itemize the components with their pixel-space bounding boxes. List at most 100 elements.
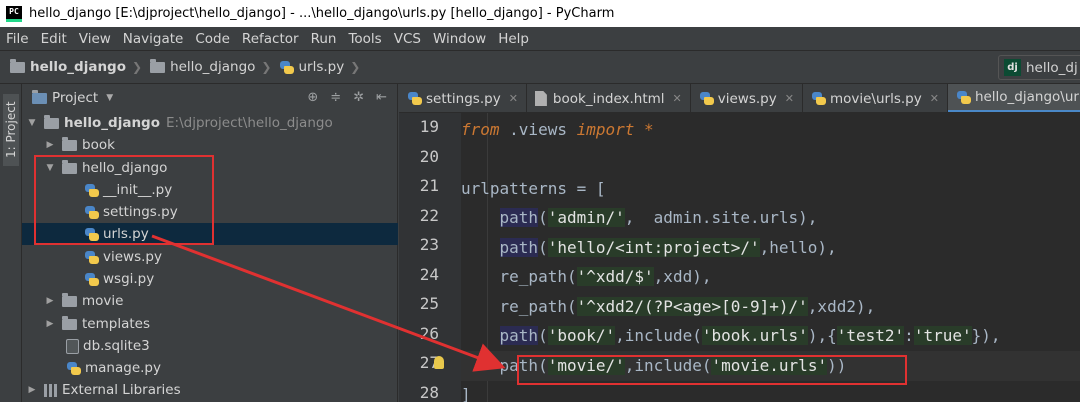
code-line-19: from .views import * xyxy=(461,115,1080,145)
module-name: .views xyxy=(499,120,577,139)
function-call: re_path xyxy=(499,297,567,316)
function-call: path xyxy=(499,326,539,345)
tab-label: hello_django\urls.py xyxy=(974,89,1080,105)
python-file-icon xyxy=(956,90,971,105)
code-line-22: path('admin/', admin.site.urls), xyxy=(461,203,1080,233)
close-icon[interactable]: ✕ xyxy=(673,92,682,105)
tab-label: views.py xyxy=(717,90,777,107)
close-icon[interactable]: ✕ xyxy=(785,92,794,105)
tab-book-index-html[interactable]: book_index.html ✕ xyxy=(527,84,691,112)
locate-icon[interactable]: ⊕ xyxy=(307,90,318,105)
tab-settings-py[interactable]: settings.py ✕ xyxy=(399,84,527,112)
collapsed-arrow-icon: ▶ xyxy=(46,319,54,329)
close-icon[interactable]: ✕ xyxy=(930,92,939,105)
tab-movie-urls-py[interactable]: movie\urls.py ✕ xyxy=(803,84,948,112)
tree-item-templates[interactable]: ▶ templates xyxy=(22,313,398,335)
tree-item-manage-py[interactable]: manage.py xyxy=(22,357,398,379)
tree-item-book[interactable]: ▶ book xyxy=(22,134,398,156)
menu-tools[interactable]: Tools xyxy=(342,31,387,47)
tree-item-label: manage.py xyxy=(85,360,161,376)
python-file-icon xyxy=(66,361,81,376)
hide-icon[interactable]: ⇤ xyxy=(376,90,387,105)
project-icon xyxy=(32,89,47,104)
breadcrumb-root[interactable]: hello_django ❯ xyxy=(0,58,148,75)
tab-hello-django-urls-py[interactable]: hello_django\urls.py ✕ xyxy=(947,84,1080,112)
keyword-from: from xyxy=(461,120,500,139)
collapse-icon[interactable]: ≑ xyxy=(330,90,341,105)
menu-refactor[interactable]: Refactor xyxy=(236,31,305,47)
string-literal: 'test2' xyxy=(836,326,905,345)
line-number: 25 xyxy=(419,294,439,313)
tree-item-external-libraries[interactable]: ▶ External Libraries xyxy=(22,379,398,401)
menu-view[interactable]: View xyxy=(73,31,117,47)
folder-icon xyxy=(62,136,77,151)
expanded-arrow-icon: ▼ xyxy=(28,118,36,128)
menu-run[interactable]: Run xyxy=(305,31,343,47)
html-file-icon xyxy=(534,91,547,106)
project-panel-title[interactable]: Project xyxy=(52,90,98,106)
tree-item-db-sqlite3[interactable]: db.sqlite3 xyxy=(22,335,398,357)
python-file-icon xyxy=(279,60,295,75)
menu-window[interactable]: Window xyxy=(427,31,492,47)
paren: ( xyxy=(566,297,577,316)
line-number: 24 xyxy=(419,265,439,284)
code-line-26: path('book/',include('book.urls'),{'test… xyxy=(461,321,1080,351)
project-tool-button[interactable]: 1: Project xyxy=(3,94,19,166)
code-text: , admin.site.urls), xyxy=(624,208,818,227)
tab-label: book_index.html xyxy=(552,90,665,107)
string-literal: 'hello/<int:project>/' xyxy=(547,238,760,257)
tree-item-path: E:\djproject\hello_django xyxy=(166,115,333,131)
close-icon[interactable]: ✕ xyxy=(509,92,518,105)
collapsed-arrow-icon: ▶ xyxy=(46,140,54,150)
tab-views-py[interactable]: views.py ✕ xyxy=(691,84,803,112)
menu-edit[interactable]: Edit xyxy=(35,31,73,47)
folder-icon xyxy=(150,58,166,73)
line-number: 22 xyxy=(419,206,439,225)
python-file-icon xyxy=(84,250,99,265)
menu-file[interactable]: File xyxy=(0,31,35,47)
annotation-box-hello-django-folder xyxy=(34,155,214,245)
menu-vcs[interactable]: VCS xyxy=(388,31,427,47)
code-text: ,xdd), xyxy=(653,267,712,286)
window-title: hello_django [E:\djproject\hello_django]… xyxy=(29,6,615,21)
tree-item-label: views.py xyxy=(103,249,162,265)
python-file-icon xyxy=(84,272,99,287)
tool-window-stripe: 1: Project xyxy=(0,84,22,402)
tree-item-views-py[interactable]: views.py xyxy=(22,246,398,268)
line-number: 19 xyxy=(419,117,439,136)
run-configuration-selector[interactable]: dj hello_dj xyxy=(998,55,1080,80)
project-panel-header: Project ▼ ⊕ ≑ ✲ ⇤ xyxy=(22,84,397,112)
tree-item-wsgi-py[interactable]: wsgi.py xyxy=(22,268,398,290)
library-icon xyxy=(44,383,58,397)
chevron-right-icon: ❯ xyxy=(132,60,143,74)
project-panel-toolbar: ⊕ ≑ ✲ ⇤ xyxy=(307,90,387,105)
tree-item-label: movie xyxy=(82,293,124,309)
line-number: 28 xyxy=(419,383,439,402)
tree-item-hello-django-root[interactable]: ▼ hello_django E:\djproject\hello_django xyxy=(22,112,398,134)
dropdown-arrow-icon[interactable]: ▼ xyxy=(106,93,113,103)
paren: ( xyxy=(538,238,548,257)
python-file-icon xyxy=(407,91,422,106)
breadcrumb-folder[interactable]: hello_django ❯ xyxy=(148,58,277,75)
function-call: include xyxy=(624,326,693,345)
tab-label: settings.py xyxy=(426,90,501,107)
colon: : xyxy=(904,326,914,345)
paren: ( xyxy=(538,208,548,227)
python-file-icon xyxy=(699,91,714,106)
gear-icon[interactable]: ✲ xyxy=(353,90,364,105)
lightbulb-icon[interactable] xyxy=(434,356,444,369)
folder-icon xyxy=(10,58,25,73)
string-literal: 'admin/' xyxy=(547,208,625,227)
string-literal: 'true' xyxy=(913,326,972,345)
breadcrumb-file[interactable]: urls.py ❯ xyxy=(277,59,366,75)
menu-navigate[interactable]: Navigate xyxy=(117,31,190,47)
string-literal: '^xdd/$' xyxy=(576,267,654,286)
line-number-gutter: 19 20 21 22 23 24 25 26 27 28 xyxy=(399,113,461,402)
tree-item-movie[interactable]: ▶ movie xyxy=(22,290,398,312)
line-number: 27 xyxy=(419,353,439,372)
folder-icon xyxy=(62,292,77,307)
string-literal: 'book/' xyxy=(547,326,616,345)
menu-code[interactable]: Code xyxy=(189,31,236,47)
menu-help[interactable]: Help xyxy=(492,31,535,47)
